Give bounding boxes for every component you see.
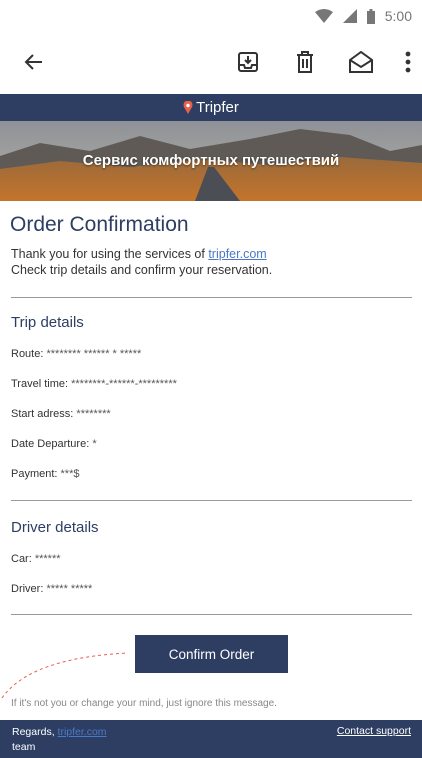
hero-banner: Сервис комфортных путешествий <box>0 121 422 201</box>
back-arrow-icon[interactable] <box>17 46 49 78</box>
contact-support-link[interactable]: Contact support <box>337 725 411 737</box>
row-label: Date Departure: <box>11 438 90 450</box>
brand-bar: Tripfer <box>0 94 422 121</box>
divider <box>11 500 412 501</box>
row-label: Start adress: <box>11 408 74 420</box>
intro-prefix: Thank you for using the services of <box>11 247 209 261</box>
email-footer: Regards, tripfer.com team Contact suppor… <box>0 720 422 758</box>
row-value: ********-******-********* <box>71 378 177 390</box>
tripfer-link[interactable]: tripfer.com <box>208 247 266 261</box>
confirm-order-button[interactable]: Confirm Order <box>135 635 288 673</box>
brand-name: Tripfer <box>196 99 239 116</box>
travel-time-row: Travel time: ********-******-********* <box>11 378 177 390</box>
row-value: ****** <box>34 553 61 565</box>
row-value: ***$ <box>60 468 80 480</box>
regards-suffix: team <box>12 741 36 753</box>
hero-tagline: Сервис комфортных путешествий <box>82 152 340 169</box>
row-label: Driver: <box>11 583 44 595</box>
decorative-dashed-curve <box>1 652 129 699</box>
ignore-note: If it's not you or change your mind, jus… <box>11 698 277 709</box>
intro-line2: Check trip details and confirm your rese… <box>11 263 273 277</box>
divider <box>11 614 412 615</box>
mark-unread-icon[interactable] <box>345 46 377 78</box>
car-row: Car: ****** <box>11 553 61 565</box>
signal-icon <box>342 9 357 23</box>
route-row: Route: ******** ****** * ***** <box>11 348 141 360</box>
battery-icon <box>366 8 375 24</box>
delete-icon[interactable] <box>289 46 321 78</box>
date-departure-row: Date Departure: * <box>11 438 97 450</box>
more-vert-icon[interactable] <box>392 46 422 78</box>
start-address-row: Start adress: ******** <box>11 408 111 420</box>
driver-details-heading: Driver details <box>11 519 99 536</box>
row-label: Payment: <box>11 468 58 480</box>
row-label: Car: <box>11 553 32 565</box>
location-pin-icon <box>183 101 193 114</box>
email-toolbar <box>0 32 422 92</box>
wifi-icon <box>314 9 333 23</box>
row-value: * <box>92 438 97 450</box>
status-time: 5:00 <box>384 8 412 24</box>
regards-prefix: Regards, <box>12 726 58 738</box>
trip-details-heading: Trip details <box>11 314 84 331</box>
driver-row: Driver: ***** ***** <box>11 583 92 595</box>
footer-tripfer-link[interactable]: tripfer.com <box>58 726 107 738</box>
row-label: Route: <box>11 348 44 360</box>
row-value: ******** <box>76 408 111 420</box>
intro-text: Thank you for using the services of trip… <box>11 246 272 278</box>
row-value: ***** ***** <box>46 583 93 595</box>
status-bar: 5:00 <box>0 0 422 32</box>
archive-icon[interactable] <box>232 46 264 78</box>
divider <box>11 297 412 298</box>
page-title: Order Confirmation <box>10 213 189 236</box>
row-value: ******** ****** * ***** <box>46 348 142 360</box>
payment-row: Payment: ***$ <box>11 468 80 480</box>
row-label: Travel time: <box>11 378 69 390</box>
regards-text: Regards, tripfer.com team <box>12 725 107 755</box>
